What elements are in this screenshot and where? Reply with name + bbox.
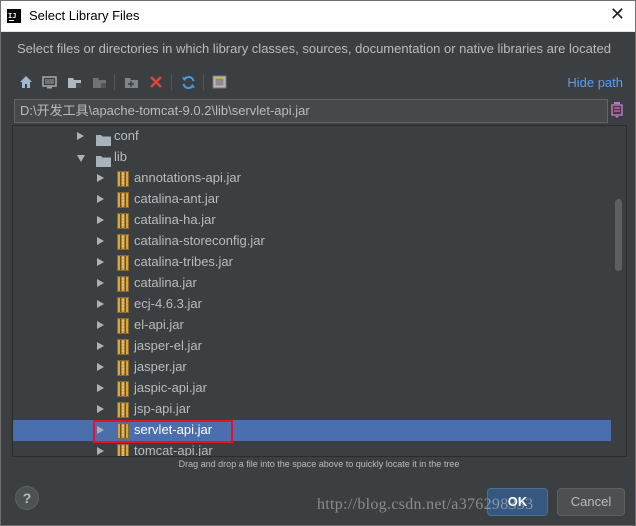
expand-right-arrow-icon[interactable] (97, 342, 104, 350)
jar-icon (117, 297, 129, 313)
expand-right-arrow-icon[interactable] (97, 300, 104, 308)
jar-icon (117, 402, 129, 418)
tree-row[interactable]: ecj-4.6.3.jar (13, 294, 611, 315)
expand-right-arrow-icon[interactable] (97, 195, 104, 203)
tree-item-label: jaspic-api.jar (134, 380, 207, 395)
tree-item-label: conf (114, 128, 139, 143)
tree-row[interactable]: tomcat-api.jar (13, 441, 611, 457)
expand-right-arrow-icon[interactable] (97, 216, 104, 224)
path-input[interactable]: D:\开发工具\apache-tomcat-9.0.2\lib\servlet-… (14, 99, 608, 123)
folder-icon (96, 152, 111, 167)
jar-icon (117, 255, 129, 271)
tree-row[interactable]: annotations-api.jar (13, 168, 611, 189)
help-button[interactable]: ? (15, 486, 39, 510)
cancel-button[interactable]: Cancel (557, 488, 625, 516)
watermark: http://blog.csdn.net/a376298333 (317, 496, 534, 513)
file-chooser-toolbar (15, 71, 625, 93)
tree-row[interactable]: jsp-api.jar (13, 399, 611, 420)
tree-item-label: catalina-ha.jar (134, 212, 216, 227)
tree-item-label: catalina-ant.jar (134, 191, 220, 206)
tree-item-label: jasper-el.jar (134, 338, 202, 353)
jar-icon (117, 276, 129, 292)
expand-right-arrow-icon[interactable] (97, 384, 104, 392)
folder-icon (96, 131, 111, 146)
annotation-highlight-box (93, 420, 233, 443)
tree-row[interactable]: jaspic-api.jar (13, 378, 611, 399)
tree-row[interactable]: catalina-ant.jar (13, 189, 611, 210)
tree-row[interactable]: catalina-storeconfig.jar (13, 231, 611, 252)
jar-icon (117, 339, 129, 355)
tree-item-label: catalina-tribes.jar (134, 254, 233, 269)
expand-down-arrow-icon[interactable] (77, 155, 85, 162)
refresh-icon[interactable] (179, 73, 197, 91)
home-icon[interactable] (17, 73, 35, 91)
jar-icon (117, 381, 129, 397)
jar-icon (117, 171, 129, 187)
new-folder-icon[interactable] (122, 73, 140, 91)
tree-row[interactable]: catalina-ha.jar (13, 210, 611, 231)
toolbar-separator (114, 74, 115, 90)
drag-drop-hint: Drag and drop a file into the space abov… (178, 459, 460, 469)
tree-item-label: annotations-api.jar (134, 170, 241, 185)
tree-item-label: lib (114, 149, 128, 164)
scrollbar-thumb[interactable] (615, 199, 622, 271)
toolbar-separator (203, 74, 204, 90)
expand-right-arrow-icon[interactable] (97, 321, 104, 329)
expand-right-arrow-icon[interactable] (97, 258, 104, 266)
expand-right-arrow-icon[interactable] (97, 279, 104, 287)
delete-icon[interactable] (147, 73, 165, 91)
tree-row[interactable]: el-api.jar (13, 315, 611, 336)
vertical-scrollbar[interactable] (613, 126, 626, 456)
expand-right-arrow-icon[interactable] (97, 405, 104, 413)
expand-right-arrow-icon[interactable] (97, 174, 104, 182)
jar-icon (117, 213, 129, 229)
project-folder-icon[interactable] (65, 73, 83, 91)
tree-item-label: el-api.jar (134, 317, 184, 332)
tree-item-label: catalina-storeconfig.jar (134, 233, 265, 248)
jar-icon (117, 444, 129, 456)
jar-icon (117, 192, 129, 208)
close-icon[interactable]: ✕ (610, 5, 625, 25)
expand-right-arrow-icon[interactable] (97, 447, 104, 455)
tree-row[interactable]: conf (13, 126, 611, 147)
tree-row[interactable]: jasper.jar (13, 357, 611, 378)
desktop-icon[interactable] (40, 73, 58, 91)
jar-icon (117, 360, 129, 376)
path-history-icon[interactable] (610, 101, 624, 119)
hide-path-link[interactable]: Hide path (567, 75, 623, 90)
select-library-files-dialog: IJ Select Library Files ✕ Select files o… (0, 0, 636, 526)
tree-row[interactable]: catalina-tribes.jar (13, 252, 611, 273)
dialog-title: Select Library Files (29, 8, 140, 23)
expand-right-arrow-icon[interactable] (97, 363, 104, 371)
tree-item-label: catalina.jar (134, 275, 197, 290)
toolbar-separator (171, 74, 172, 90)
tree-row[interactable]: jasper-el.jar (13, 336, 611, 357)
jar-icon (117, 234, 129, 250)
file-tree[interactable]: tomcat-api.jar servlet-api.jar jsp-api.jar… (12, 125, 627, 457)
tree-item-label: jsp-api.jar (134, 401, 191, 416)
tree-item-label: ecj-4.6.3.jar (134, 296, 202, 311)
tree-row[interactable]: catalina.jar (13, 273, 611, 294)
tree-item-label: jasper.jar (134, 359, 187, 374)
title-bar: IJ Select Library Files ✕ (1, 1, 635, 32)
tree-row[interactable]: lib (13, 147, 611, 168)
show-hidden-icon[interactable] (210, 73, 228, 91)
jar-icon (117, 318, 129, 334)
expand-right-arrow-icon[interactable] (97, 237, 104, 245)
tree-item-label: tomcat-api.jar (134, 443, 213, 457)
module-folder-icon[interactable] (90, 73, 108, 91)
expand-right-arrow-icon[interactable] (77, 132, 84, 140)
intellij-app-icon: IJ (7, 9, 21, 23)
dialog-description: Select files or directories in which lib… (17, 41, 611, 56)
